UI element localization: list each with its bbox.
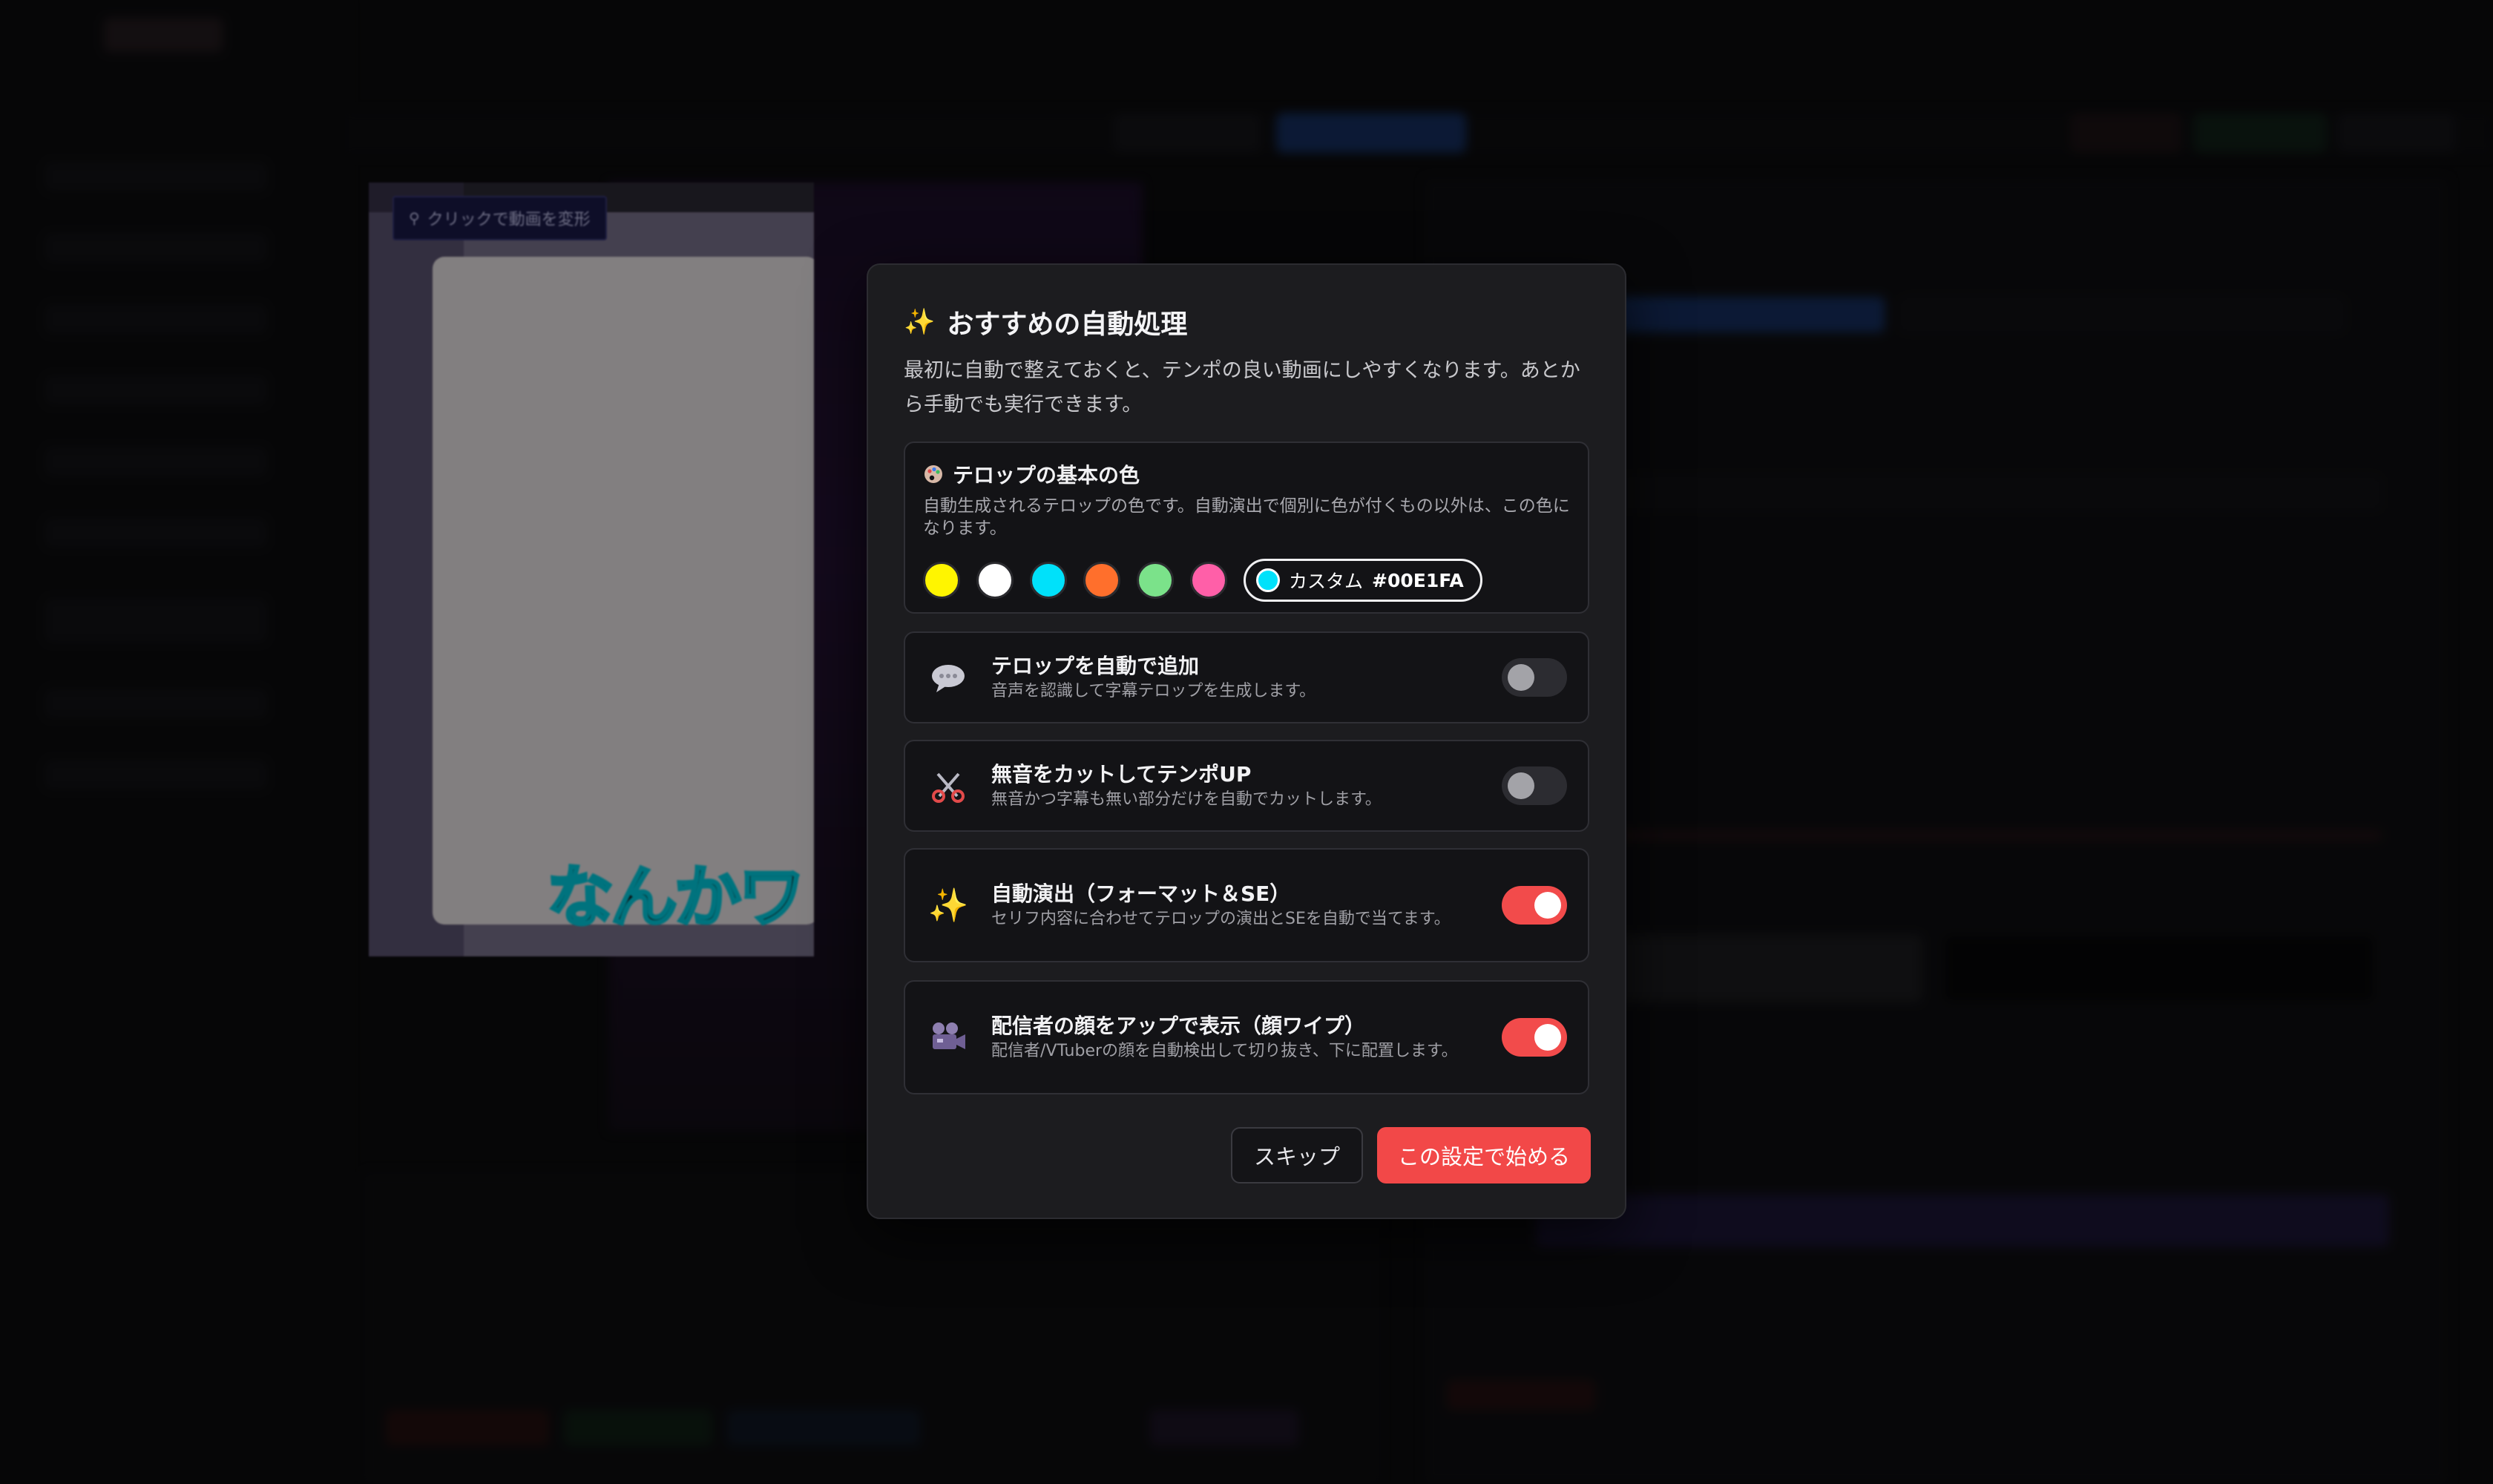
caption-color-card: テロップの基本の色 自動生成されるテロップの色です。自動演出で個別に色が付くもの… bbox=[904, 441, 1589, 614]
option-auto-caption: テロップを自動で追加 音声を認識して字幕テロップを生成します。 bbox=[904, 631, 1589, 723]
color-swatch-cyan[interactable] bbox=[1030, 562, 1067, 599]
caption-color-header: テロップの基本の色 bbox=[923, 461, 1570, 487]
option-text: 配信者の顔をアップで表示（顔ワイプ） 配信者/VTuberの顔を自動検出して切り… bbox=[991, 1012, 1502, 1063]
toggle-knob bbox=[1534, 1024, 1561, 1051]
option-subtitle: 配信者/VTuberの顔を自動検出して切り抜き、下に配置します。 bbox=[991, 1042, 1458, 1060]
color-swatch-yellow[interactable] bbox=[923, 562, 960, 599]
caption-color-subtitle: 自動生成されるテロップの色です。自動演出で個別に色が付くもの以外は、この色になり… bbox=[923, 496, 1570, 538]
toggle-knob bbox=[1534, 892, 1561, 919]
option-text: テロップを自動で追加 音声を認識して字幕テロップを生成します。 bbox=[991, 652, 1502, 703]
sparkles-icon: ✨ bbox=[927, 887, 969, 925]
option-subtitle: セリフ内容に合わせてテロップの演出とSEを自動で当てます。 bbox=[991, 910, 1451, 928]
start-with-settings-button[interactable]: この設定で始める bbox=[1377, 1127, 1591, 1183]
color-swatch-green[interactable] bbox=[1137, 562, 1174, 599]
palette-icon bbox=[924, 465, 942, 483]
color-swatch-orange[interactable] bbox=[1083, 562, 1120, 599]
option-face-wipe: 配信者の顔をアップで表示（顔ワイプ） 配信者/VTuberの顔を自動検出して切り… bbox=[904, 980, 1589, 1094]
option-subtitle: 音声を認識して字幕テロップを生成します。 bbox=[991, 682, 1316, 700]
color-swatch-white[interactable] bbox=[976, 562, 1014, 599]
skip-button[interactable]: スキップ bbox=[1231, 1127, 1363, 1183]
option-subtitle: 無音かつ字幕も無い部分だけを自動でカットします。 bbox=[991, 790, 1382, 809]
custom-color-label: カスタム bbox=[1289, 571, 1364, 592]
option-title: 配信者の顔をアップで表示（顔ワイプ） bbox=[991, 1014, 1366, 1038]
caption-color-title: テロップの基本の色 bbox=[953, 463, 1140, 487]
option-title: 無音をカットしてテンポUP bbox=[991, 762, 1252, 787]
sparkles-icon: ✨ bbox=[904, 307, 936, 337]
option-silence-cut: 無音をカットしてテンポUP 無音かつ字幕も無い部分だけを自動でカットします。 bbox=[904, 740, 1589, 832]
color-swatches: カスタム #00E1FA bbox=[923, 559, 1482, 602]
silence-cut-toggle[interactable] bbox=[1502, 766, 1567, 805]
speech-bubble-icon bbox=[926, 655, 970, 700]
video-camera-icon bbox=[926, 1015, 970, 1060]
dialog-title: ✨ おすすめの自動処理 bbox=[904, 303, 1589, 341]
auto-effects-toggle[interactable] bbox=[1502, 886, 1567, 925]
custom-color-dot bbox=[1256, 568, 1280, 592]
custom-color-button[interactable]: カスタム #00E1FA bbox=[1244, 559, 1482, 602]
toggle-knob bbox=[1508, 772, 1534, 799]
option-text: 自動演出（フォーマット＆SE） セリフ内容に合わせてテロップの演出とSEを自動で… bbox=[991, 880, 1502, 930]
option-title: テロップを自動で追加 bbox=[991, 654, 1200, 678]
option-auto-effects: ✨ 自動演出（フォーマット＆SE） セリフ内容に合わせてテロップの演出とSEを自… bbox=[904, 848, 1589, 962]
auto-caption-toggle[interactable] bbox=[1502, 658, 1567, 697]
color-swatch-pink[interactable] bbox=[1190, 562, 1227, 599]
option-title: 自動演出（フォーマット＆SE） bbox=[991, 881, 1291, 906]
dialog-description: 最初に自動で整えておくと、テンポの良い動画にしやすくなります。あとから手動でも実… bbox=[904, 359, 1580, 416]
dialog-title-text: おすすめの自動処理 bbox=[947, 309, 1188, 340]
toggle-knob bbox=[1508, 664, 1534, 691]
auto-process-dialog: ✨ おすすめの自動処理 最初に自動で整えておくと、テンポの良い動画にしやすくなり… bbox=[867, 263, 1626, 1219]
face-wipe-toggle[interactable] bbox=[1502, 1018, 1567, 1057]
scissors-icon bbox=[926, 764, 970, 808]
option-text: 無音をカットしてテンポUP 無音かつ字幕も無い部分だけを自動でカットします。 bbox=[991, 761, 1502, 811]
custom-color-value: #00E1FA bbox=[1372, 569, 1464, 591]
